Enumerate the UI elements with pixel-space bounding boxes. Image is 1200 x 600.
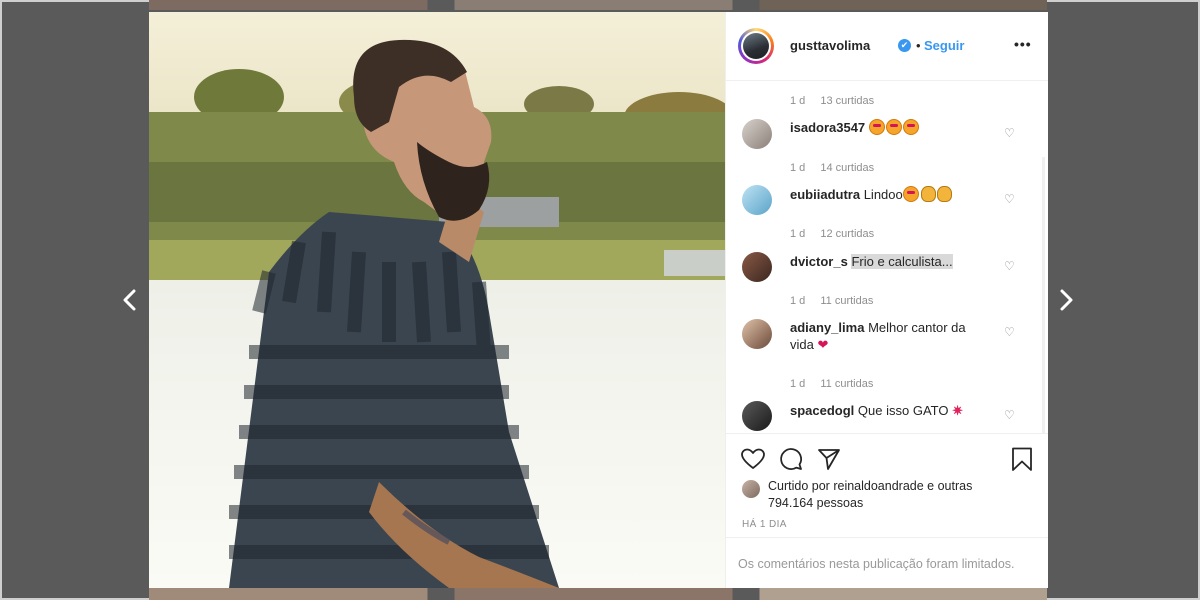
comment-username[interactable]: eubiiadutra	[790, 187, 860, 202]
commenter-avatar[interactable]	[742, 119, 772, 149]
anger-emoji-icon: ✷	[952, 403, 964, 418]
chevron-right-icon	[1060, 289, 1073, 311]
save-button[interactable]	[1009, 446, 1035, 472]
comment-like-heart-icon[interactable]: ♡	[1004, 409, 1016, 421]
comment-bubble-icon	[780, 448, 802, 470]
liker-avatar[interactable]	[742, 480, 760, 498]
comments-limited-text: Os comentários nesta publicação foram li…	[738, 557, 1015, 571]
post-side-panel: gusttavolima ✔ • Seguir ••• 1 d 13 curti…	[725, 12, 1048, 588]
comment-likes-count[interactable]: 12 curtidas	[820, 228, 874, 240]
clapping-hands-emoji-icon	[920, 186, 936, 202]
comment-body: adiany_lima Melhor cantor da vida ❤	[790, 319, 990, 353]
verified-badge-icon: ✔	[898, 39, 911, 52]
post-header: gusttavolima ✔ • Seguir •••	[726, 12, 1048, 81]
comment-username[interactable]: dvictor_s	[790, 254, 848, 269]
like-button[interactable]	[740, 446, 766, 472]
commenter-avatar[interactable]	[742, 185, 772, 215]
follow-button[interactable]: Seguir	[924, 38, 964, 53]
author-avatar[interactable]	[738, 28, 774, 64]
commenter-avatar[interactable]	[742, 401, 772, 431]
comment-text: Que isso GATO	[857, 403, 949, 418]
comment-body: isadora3547	[790, 119, 990, 136]
comment-time: 1 d	[790, 95, 806, 107]
header-separator: •	[916, 38, 921, 53]
background-grid-top	[149, 0, 1047, 10]
background-grid-bottom	[149, 588, 1047, 600]
comment-button[interactable]	[778, 446, 804, 472]
heart-emoji-icon: ❤	[817, 337, 829, 352]
comment-meta: 1 d 11 curtidas	[790, 295, 885, 307]
comments-scrollbar[interactable]	[1042, 157, 1045, 433]
comment-likes-count[interactable]: 13 curtidas	[820, 95, 874, 107]
next-post-button[interactable]	[1052, 285, 1080, 315]
post-date[interactable]: HÁ 1 DIA	[742, 519, 787, 530]
comment-likes-count[interactable]: 14 curtidas	[820, 162, 874, 174]
comment-username[interactable]: spacedogl	[790, 403, 854, 418]
clapping-hands-emoji-icon	[936, 186, 952, 202]
share-button[interactable]	[816, 446, 842, 472]
comment-meta: 1 d 14 curtidas	[790, 162, 886, 174]
comment-likes-count[interactable]: 11 curtidas	[820, 378, 873, 390]
comment-text: Lindoo	[863, 187, 903, 202]
comment-time: 1 d	[790, 228, 806, 240]
liker-username[interactable]: reinaldoandrade	[833, 479, 923, 493]
comment-meta: 1 d 12 curtidas	[790, 228, 886, 240]
commenter-avatar[interactable]	[742, 319, 772, 349]
paper-plane-icon	[818, 449, 840, 470]
comment-username[interactable]: adiany_lima	[790, 320, 864, 335]
comment-time: 1 d	[790, 162, 806, 174]
more-options-button[interactable]: •••	[1014, 36, 1032, 52]
post-actions-bar	[726, 433, 1048, 478]
comment-like-heart-icon[interactable]: ♡	[1004, 193, 1016, 205]
comment-username[interactable]: isadora3547	[790, 120, 865, 135]
heart-icon	[741, 448, 765, 469]
comment-meta: 1 d 11 curtidas	[790, 378, 885, 390]
comment-body: dvictor_s Frio e calculista...	[790, 253, 990, 270]
bookmark-icon	[1012, 447, 1032, 471]
chevron-left-icon	[123, 289, 136, 311]
comment-meta: 1 d 13 curtidas	[790, 95, 886, 107]
heart-eyes-emoji-icon	[868, 119, 885, 135]
heart-eyes-emoji-icon	[902, 186, 919, 202]
comment-like-heart-icon[interactable]: ♡	[1004, 326, 1016, 338]
comment-like-heart-icon[interactable]: ♡	[1004, 127, 1016, 139]
comment-like-heart-icon[interactable]: ♡	[1004, 260, 1016, 272]
comment-time: 1 d	[790, 378, 806, 390]
comment-time: 1 d	[790, 295, 806, 307]
heart-eyes-emoji-icon	[902, 119, 919, 135]
comment-body: spacedogl Que isso GATO ✷	[790, 402, 990, 419]
liked-by-summary: Curtido por reinaldoandrade e outras 794…	[742, 478, 1042, 514]
post-photo[interactable]	[149, 12, 725, 588]
comment-likes-count[interactable]: 11 curtidas	[820, 295, 873, 307]
comment-body: eubiiadutra Lindoo	[790, 186, 990, 203]
commenter-avatar[interactable]	[742, 252, 772, 282]
heart-eyes-emoji-icon	[885, 119, 902, 135]
author-username[interactable]: gusttavolima	[790, 38, 870, 53]
comment-text: Frio e calculista...	[851, 254, 953, 269]
comments-limited-notice: Os comentários nesta publicação foram li…	[726, 537, 1048, 589]
liked-by-text: Curtido por reinaldoandrade e outras 794…	[768, 479, 973, 510]
previous-post-button[interactable]	[116, 285, 144, 315]
comments-list[interactable]: 1 d 13 curtidas isadora3547 ♡ 1 d 14 cur…	[726, 81, 1048, 433]
post-modal: gusttavolima ✔ • Seguir ••• 1 d 13 curti…	[149, 12, 1048, 588]
